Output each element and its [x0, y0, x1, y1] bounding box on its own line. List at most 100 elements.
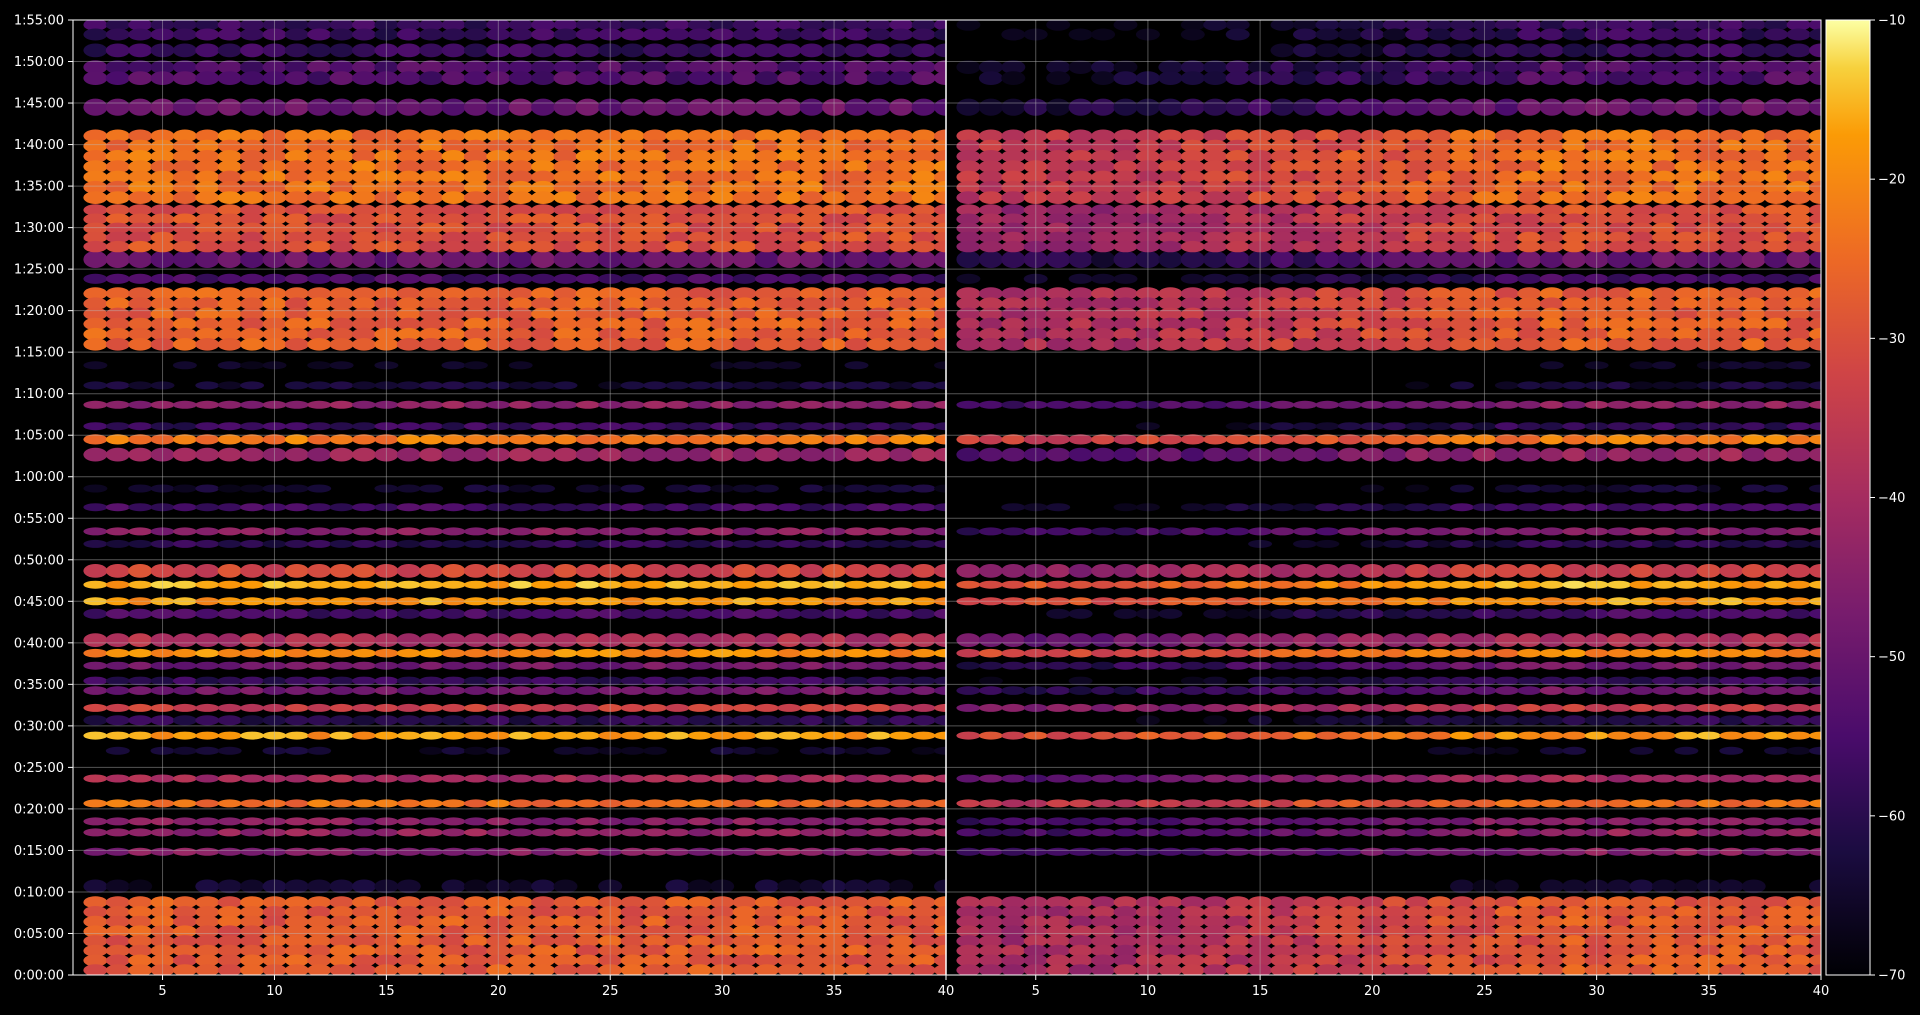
heatmap-cell	[463, 715, 488, 726]
heatmap-cell	[419, 338, 444, 351]
heatmap-cell	[195, 774, 220, 783]
heatmap-cell	[1719, 240, 1744, 253]
heatmap-cell	[1607, 43, 1632, 58]
heatmap-cell	[687, 580, 712, 589]
heatmap-cell	[1405, 447, 1430, 462]
heatmap-cell	[1001, 447, 1026, 462]
heatmap-cell	[777, 338, 802, 351]
y-tick-label: 0:15:00	[14, 844, 64, 859]
heatmap-cell	[1225, 338, 1250, 351]
heatmap-cell	[620, 817, 645, 826]
heatmap-cell	[911, 847, 936, 856]
heatmap-cell	[1539, 191, 1564, 205]
heatmap-cell	[1607, 799, 1632, 808]
heatmap-cell	[687, 338, 712, 351]
heatmap-cell	[643, 527, 667, 536]
heatmap-cell	[889, 633, 914, 647]
heatmap-cell	[307, 774, 332, 783]
heatmap-cell	[1427, 715, 1452, 726]
heatmap-cell	[911, 661, 936, 670]
heatmap-cell	[307, 422, 332, 431]
heatmap-cell	[1517, 71, 1542, 85]
heatmap-cell	[1046, 240, 1071, 253]
heatmap-cell	[83, 28, 108, 41]
heatmap-cell	[866, 715, 891, 726]
heatmap-cell	[441, 240, 466, 253]
heatmap-cell	[1494, 381, 1519, 390]
heatmap-cell	[1293, 98, 1317, 116]
heatmap-cell	[240, 28, 265, 41]
heatmap-cell	[1517, 191, 1542, 205]
x-tick-label: 25	[602, 984, 619, 999]
heatmap-cell	[329, 648, 354, 658]
heatmap-cell	[441, 817, 466, 826]
heatmap-cell	[1629, 539, 1654, 548]
heatmap-cell	[732, 98, 757, 116]
heatmap-cell	[1405, 98, 1430, 116]
heatmap-cell	[1719, 964, 1744, 975]
heatmap-cell	[1180, 799, 1205, 808]
heatmap-cell	[1427, 703, 1452, 712]
heatmap-cell	[1719, 731, 1744, 740]
heatmap-cell	[1270, 503, 1295, 512]
heatmap-cell	[754, 715, 779, 726]
heatmap-cell	[754, 964, 779, 975]
heatmap-cell	[307, 879, 332, 894]
heatmap-cell	[217, 250, 242, 268]
heatmap-cell	[1539, 503, 1564, 512]
heatmap-cell	[419, 580, 444, 589]
heatmap-cell	[531, 273, 556, 284]
heatmap-cell	[866, 422, 891, 431]
heatmap-cell	[172, 338, 197, 351]
heatmap-cell	[1764, 98, 1789, 116]
heatmap-cell	[172, 484, 197, 493]
heatmap-cell	[754, 527, 779, 536]
heatmap-cell	[866, 273, 891, 284]
heatmap-cell	[1539, 338, 1564, 351]
heatmap-cell	[1539, 879, 1564, 894]
heatmap-cell	[1046, 503, 1071, 512]
heatmap-cell	[866, 400, 891, 409]
heatmap-cell	[1001, 71, 1026, 85]
heatmap-cell	[1270, 661, 1295, 670]
heatmap-cell	[956, 60, 981, 74]
heatmap-cell	[1517, 98, 1542, 116]
heatmap-cell	[1180, 240, 1205, 253]
heatmap-cell	[105, 774, 130, 783]
heatmap-cell	[956, 527, 981, 536]
heatmap-cell	[329, 400, 354, 409]
heatmap-cell	[1539, 381, 1564, 390]
heatmap-cell	[1674, 703, 1699, 712]
heatmap-cell	[1450, 539, 1474, 548]
heatmap-cell	[307, 847, 332, 856]
heatmap-cell	[889, 539, 914, 548]
heatmap-cell	[284, 539, 309, 548]
heatmap-cell	[1001, 847, 1026, 856]
heatmap-cell	[1068, 338, 1093, 351]
heatmap-cell	[83, 43, 108, 58]
heatmap-cell	[1091, 731, 1116, 740]
heatmap-cell	[1517, 648, 1542, 658]
heatmap-cell	[1517, 338, 1542, 351]
x-tick-label: 30	[1588, 984, 1605, 999]
colorbar-tick-label: −40	[1878, 491, 1905, 506]
heatmap-cell	[195, 817, 220, 826]
heatmap-cell	[956, 633, 981, 647]
heatmap-cell	[1068, 191, 1093, 205]
heatmap-cell	[1450, 71, 1474, 85]
heatmap-cell	[1315, 817, 1340, 826]
y-tick-label: 1:00:00	[14, 470, 64, 485]
heatmap-cell	[1607, 964, 1632, 975]
heatmap-cell	[284, 273, 309, 284]
heatmap-cell	[687, 964, 712, 975]
heatmap-cell	[1764, 799, 1789, 808]
y-axis-ticks: 0:00:000:05:000:10:000:15:000:20:000:25:…	[14, 14, 73, 984]
heatmap-cell	[665, 539, 690, 548]
heatmap-cell	[352, 774, 376, 783]
heatmap-cell	[643, 71, 667, 85]
heatmap-cell	[419, 774, 444, 783]
heatmap-cell	[1315, 847, 1340, 856]
heatmap-cell	[643, 28, 667, 41]
heatmap-cell	[1315, 564, 1340, 578]
heatmap-cell	[240, 191, 265, 205]
